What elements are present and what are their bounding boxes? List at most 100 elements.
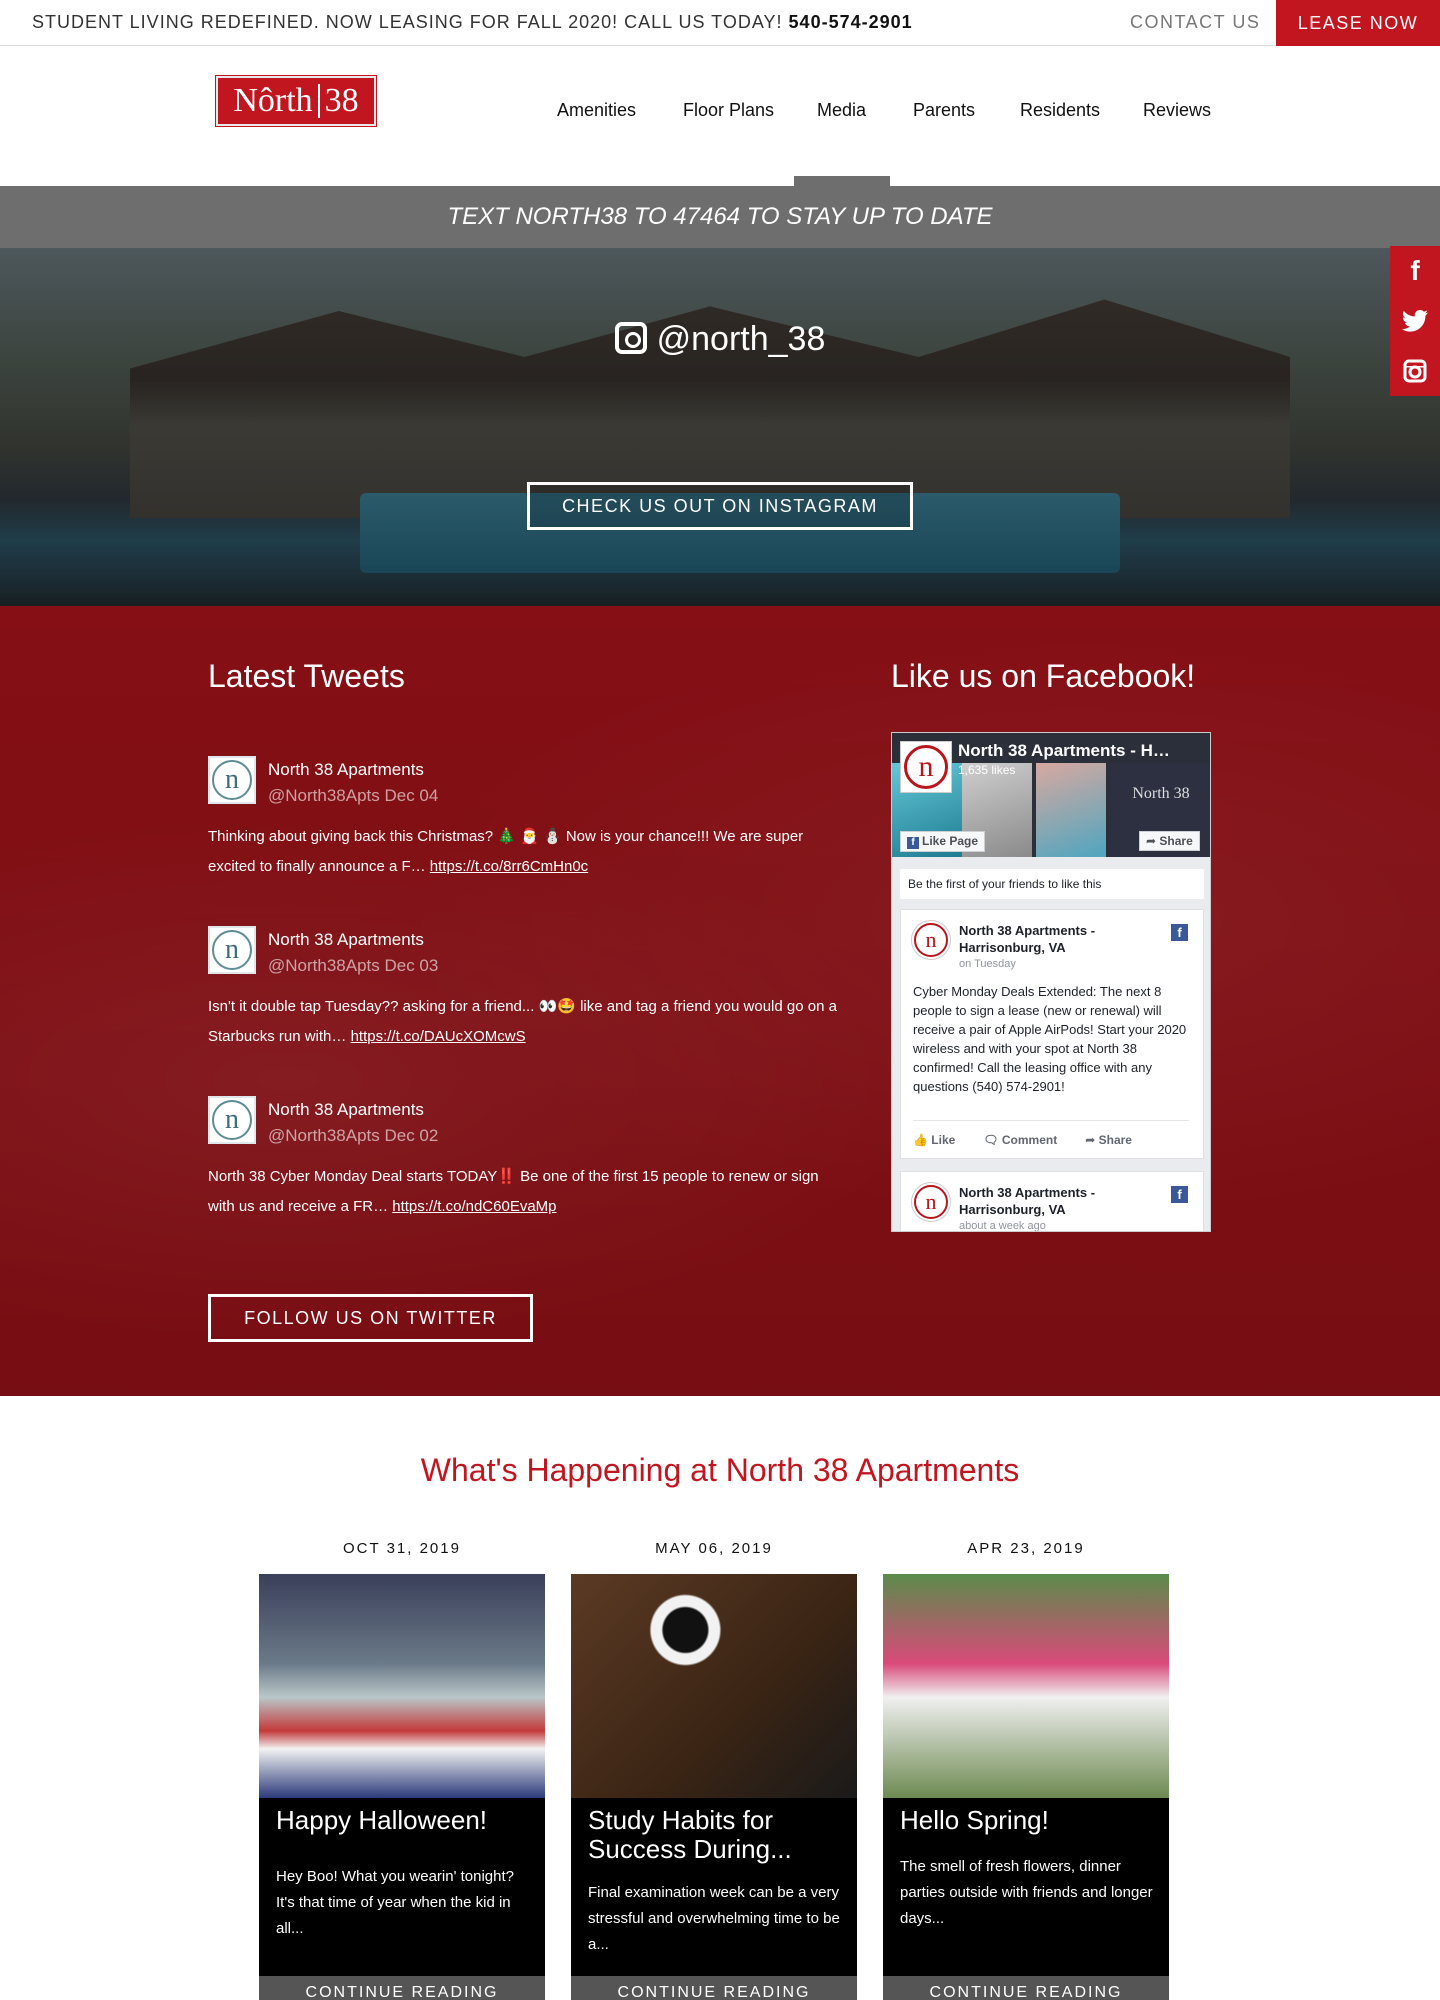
blog-section-title: What's Happening at North 38 Apartments: [420, 1452, 1020, 1488]
tweet-link[interactable]: https://t.co/8rr6CmHn0c: [430, 858, 588, 875]
facebook-heading: Like us on Facebook!: [891, 658, 1196, 694]
card-title[interactable]: Happy Halloween!: [276, 1806, 534, 1835]
comment-label: Comment: [1001, 1133, 1058, 1147]
post-time[interactable]: about a week ago: [959, 1220, 1046, 1231]
contact-us-link[interactable]: CONTACT US: [1130, 12, 1260, 33]
active-nav-indicator: [794, 176, 890, 186]
tweet-handle-date: @North38Apts Dec 02: [268, 1126, 439, 1145]
card-title[interactable]: Study Habits for Success During...: [588, 1806, 846, 1864]
blog-card[interactable]: Hello Spring! The smell of fresh flowers…: [883, 1574, 1169, 2000]
north38-n-icon: n: [212, 1100, 252, 1140]
north38-n-icon: n: [914, 923, 948, 957]
share-page-button[interactable]: ➦ Share: [1139, 831, 1200, 851]
instagram-icon: [614, 322, 647, 354]
tweet-author[interactable]: North 38 Apartments: [268, 930, 424, 950]
social-feed-section: Latest Tweets n North 38 Apartments @Nor…: [0, 606, 1440, 1396]
instagram-side-icon[interactable]: [1390, 346, 1440, 396]
card-excerpt: Final examination week can be a very str…: [588, 1884, 840, 1953]
nav-floor-plans[interactable]: Floor Plans: [683, 100, 774, 121]
tweet-link[interactable]: https://t.co/ndC60EvaMp: [392, 1198, 556, 1215]
post-author[interactable]: North 38 Apartments - Harrisonburg, VA: [959, 922, 1139, 956]
post-avatar[interactable]: n: [911, 1182, 951, 1222]
facebook-logo-icon[interactable]: f: [1171, 1186, 1188, 1203]
instagram-hero: @north_38 CHECK US OUT ON INSTAGRAM: [0, 248, 1440, 606]
logo-text-right: 38: [324, 82, 359, 119]
facebook-widget: North 38 n North 38 Apartments - H… 1,63…: [891, 732, 1211, 1232]
tweet-link[interactable]: https://t.co/DAUcXOMcwS: [351, 1028, 526, 1045]
tweet-text: North 38 Cyber Monday Deal starts TODAY‼…: [208, 1162, 848, 1222]
nav-residents[interactable]: Residents: [1020, 100, 1100, 121]
tweet-item: n North 38 Apartments @North38Apts Dec 0…: [208, 926, 848, 1066]
tweet-item: n North 38 Apartments @North38Apts Dec 0…: [208, 756, 848, 896]
share-arrow-icon: ➦: [1146, 834, 1160, 848]
logo-divider: [317, 84, 320, 118]
tweet-author[interactable]: North 38 Apartments: [268, 760, 424, 780]
friends-like-text: Be the first of your friends to like thi…: [900, 869, 1204, 899]
lease-now-button[interactable]: LEASE NOW: [1276, 0, 1440, 46]
north38-n-icon: n: [904, 745, 948, 789]
facebook-page-name[interactable]: North 38 Apartments - H…: [958, 741, 1208, 761]
blog-card[interactable]: Study Habits for Success During... Final…: [571, 1574, 857, 2000]
card-date: APR 23, 2019: [967, 1540, 1085, 1557]
nav-media[interactable]: Media: [817, 100, 866, 121]
facebook-icon[interactable]: f: [1390, 246, 1440, 296]
promo-message: STUDENT LIVING REDEFINED. NOW LEASING FO…: [32, 12, 783, 32]
nav-parents[interactable]: Parents: [913, 100, 975, 121]
card-excerpt: Hey Boo! What you wearin' tonight? It's …: [276, 1868, 514, 1937]
tweet-author[interactable]: North 38 Apartments: [268, 1100, 424, 1120]
facebook-post: n North 38 Apartments - Harrisonburg, VA…: [900, 1171, 1204, 1231]
card-image-study-desk[interactable]: [571, 1574, 857, 1798]
like-label: Like: [931, 1133, 956, 1147]
north38-logo[interactable]: Nôrth 38: [215, 75, 377, 127]
top-bar: STUDENT LIVING REDEFINED. NOW LEASING FO…: [0, 0, 1440, 46]
like-page-button[interactable]: f Like Page: [900, 831, 986, 852]
tweet-text: Isn't it double tap Tuesday?? asking for…: [208, 992, 848, 1052]
nav-amenities[interactable]: Amenities: [557, 100, 636, 121]
tweet-text: Thinking about giving back this Christma…: [208, 822, 848, 882]
tweet-handle-date: @North38Apts Dec 04: [268, 786, 439, 805]
continue-reading-button[interactable]: CONTINUE READING: [571, 1976, 857, 2000]
like-page-label: Like Page: [922, 834, 979, 848]
card-image-spring-flowers[interactable]: [883, 1574, 1169, 1798]
site-header: Nôrth 38 Amenities Floor Plans Media Par…: [0, 46, 1440, 186]
post-time[interactable]: on Tuesday: [959, 958, 1016, 970]
post-share-button[interactable]: ➦ Share: [1085, 1133, 1132, 1147]
card-excerpt: The smell of fresh flowers, dinner parti…: [900, 1858, 1153, 1927]
post-comment-button[interactable]: 🗨 Comment: [983, 1133, 1057, 1147]
card-image-statue-of-liberty[interactable]: [259, 1574, 545, 1798]
tweet-avatar[interactable]: n: [208, 926, 256, 974]
blog-card[interactable]: Happy Halloween! Hey Boo! What you weari…: [259, 1574, 545, 2000]
logo-text-left: Nôrth: [233, 82, 313, 119]
facebook-logo-icon[interactable]: f: [1171, 924, 1188, 941]
follow-twitter-button[interactable]: FOLLOW US ON TWITTER: [208, 1294, 533, 1342]
card-date: OCT 31, 2019: [343, 1540, 461, 1557]
facebook-cover[interactable]: North 38 n North 38 Apartments - H… 1,63…: [892, 733, 1210, 857]
tweet-avatar[interactable]: n: [208, 1096, 256, 1144]
post-like-button[interactable]: 👍 Like: [913, 1133, 955, 1147]
continue-reading-button[interactable]: CONTINUE READING: [883, 1976, 1169, 2000]
latest-tweets-heading: Latest Tweets: [208, 658, 405, 694]
share-label: Share: [1098, 1133, 1132, 1147]
facebook-post: n North 38 Apartments - Harrisonburg, VA…: [900, 909, 1204, 1159]
nav-reviews[interactable]: Reviews: [1143, 100, 1211, 121]
facebook-like-count: 1,635 likes: [958, 763, 1016, 777]
north38-n-icon: n: [212, 930, 252, 970]
tweet-item: n North 38 Apartments @North38Apts Dec 0…: [208, 1096, 848, 1236]
instagram-button[interactable]: CHECK US OUT ON INSTAGRAM: [527, 482, 913, 530]
continue-reading-button[interactable]: CONTINUE READING: [259, 1976, 545, 2000]
card-date: MAY 06, 2019: [655, 1540, 773, 1557]
social-sidebar: f: [1390, 246, 1440, 396]
north38-n-icon: n: [914, 1185, 948, 1219]
hero-overlay: [0, 248, 1440, 606]
card-title[interactable]: Hello Spring!: [900, 1806, 1158, 1835]
share-label: Share: [1159, 834, 1193, 848]
instagram-handle: @north_38: [0, 320, 1440, 359]
tweet-avatar[interactable]: n: [208, 756, 256, 804]
cover-photo: [1036, 763, 1106, 857]
twitter-icon[interactable]: [1390, 296, 1440, 346]
post-avatar[interactable]: n: [911, 920, 951, 960]
phone-number[interactable]: 540-574-2901: [789, 12, 913, 32]
facebook-page-picture[interactable]: n: [900, 741, 952, 793]
post-author[interactable]: North 38 Apartments - Harrisonburg, VA: [959, 1184, 1139, 1218]
post-text: Cyber Monday Deals Extended: The next 8 …: [913, 984, 1187, 1094]
